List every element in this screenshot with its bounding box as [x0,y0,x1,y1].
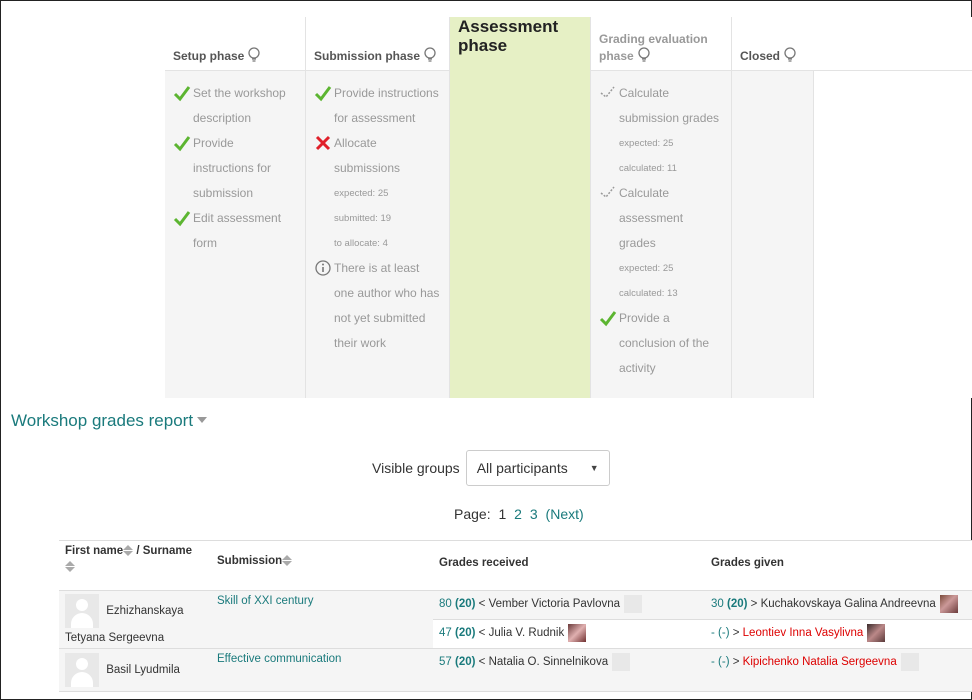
participant-cell: Basil Lyudmila [59,648,211,692]
grade-given: - (-) > Leontiev Inna Vasylivna [705,619,972,649]
phase-grading-evaluation: Grading evaluation phase Calculate submi… [591,17,732,398]
avatar[interactable] [65,653,99,687]
grade-received: 80 (20) < Vember Victoria Pavlovna [433,590,705,620]
task-edit-assessment-form[interactable]: Edit assessment form [173,206,297,256]
submission-link[interactable]: Skill of XXI century [217,595,314,607]
submission-link[interactable]: Effective communication [217,653,341,665]
todo-check-icon [600,186,615,199]
phase-assessment-header[interactable]: Assessment phase [450,17,590,71]
check-icon [314,86,332,102]
detail-calculated: calculated: 13 [619,288,678,299]
page-3-link[interactable]: 3 [530,506,538,522]
check-icon [599,311,617,327]
detail-to-allocate: to allocate: 4 [334,238,388,249]
phase-grading-header[interactable]: Grading evaluation phase [591,17,731,71]
task-assessment-instructions[interactable]: Provide instructions for assessment [314,81,441,131]
chevron-down-icon: ▼ [589,463,599,473]
page-2-link[interactable]: 2 [514,506,522,522]
lightbulb-icon[interactable] [247,47,261,63]
avatar [624,595,643,613]
lightbulb-icon[interactable] [783,47,797,63]
page-label: Page: [454,506,491,522]
task-provide-conclusion[interactable]: Provide a conclusion of the activity [599,306,723,381]
detail-submitted: submitted: 19 [334,213,392,224]
check-icon [173,86,191,102]
avatar [867,624,886,642]
todo-check-icon [600,86,615,99]
phase-assessment-title: Assessment phase [458,17,559,55]
submission-cell: Effective communication [211,648,433,692]
participant-cell: Ezhizhanskaya Tetyana Sergeevna [59,590,211,649]
phase-setup-title: Setup phase [173,49,245,63]
pagination: Page: 1 2 3 (Next) [454,506,584,522]
cross-icon [315,135,331,151]
info-icon [315,260,331,276]
visible-groups-control: Visible groups All participants ▼ [372,450,610,486]
participant-surname[interactable]: Ezhizhanskaya [106,605,183,617]
participant-name[interactable]: Basil Lyudmila [106,664,180,676]
participant-firstname[interactable]: Tetyana Sergeevna [65,632,205,644]
column-header-grades-given: Grades given [705,540,972,591]
visible-groups-value: All participants [476,460,568,476]
sort-icon[interactable] [282,555,293,566]
page-1-current: 1 [498,506,507,522]
grade-given: 30 (20) > Kuchakovskaya Galina Andreevna [705,590,972,620]
avatar [900,653,919,671]
detail-calculated: calculated: 11 [619,163,677,174]
phase-assessment: Assessment phase [450,17,591,398]
phase-grading-title: Grading evaluation phase [599,32,708,63]
check-icon [173,136,191,152]
task-calculate-submission-grades[interactable]: Calculate submission grades expected: 25… [599,81,723,181]
sort-surname-icon[interactable] [65,561,75,572]
collapse-caret-icon[interactable] [197,417,208,423]
detail-expected: expected: 25 [334,188,389,199]
avatar[interactable] [65,594,99,628]
detail-expected: expected: 25 [619,138,674,149]
sort-icon[interactable] [123,545,134,556]
phase-closed: Closed [732,17,972,398]
visible-groups-select[interactable]: All participants ▼ [465,450,610,486]
next-page-link[interactable]: (Next) [546,506,584,522]
task-unsubmitted-author-info: There is at least one author who has not… [314,256,441,356]
task-workshop-description[interactable]: Set the workshop description [173,81,297,131]
column-header-grades-received: Grades received [433,540,705,591]
check-icon [173,211,191,227]
column-header-submission: Submission [211,540,433,591]
phase-setup-header[interactable]: Setup phase [165,17,305,71]
phase-closed-title: Closed [740,49,781,63]
table-row: Ezhizhanskaya Tetyana Sergeevna Skill of… [59,590,972,649]
submission-cell: Skill of XXI century [211,590,433,649]
column-header-name: First name / Surname [59,540,211,591]
task-calculate-assessment-grades[interactable]: Calculate assessment grades expected: 25… [599,181,723,306]
phase-submission: Submission phase Provide instructions fo… [306,17,450,398]
grades-table: First name / Surname Submission Grades r… [59,540,972,692]
avatar [612,653,631,671]
task-submission-instructions[interactable]: Provide instructions for submission [173,131,297,206]
avatar [939,595,958,613]
sort-first-name-link[interactable]: First name [65,545,123,557]
avatar [568,624,587,642]
lightbulb-icon[interactable] [637,47,651,63]
grades-report-heading[interactable]: Workshop grades report [11,411,208,431]
table-row: Basil Lyudmila Effective communication 5… [59,648,972,692]
phase-setup: Setup phase Set the workshop description… [165,17,306,398]
grade-given: - (-) > Kipichenko Natalia Sergeevna [705,648,972,692]
grade-received: 47 (20) < Julia V. Rudnik [433,619,705,649]
workshop-phase-planner: Setup phase Set the workshop description… [165,17,972,398]
sort-submission-link[interactable]: Submission [217,555,282,567]
grade-received: 57 (20) < Natalia O. Sinnelnikova [433,648,705,692]
phase-submission-header[interactable]: Submission phase [306,17,449,71]
phase-submission-title: Submission phase [314,49,421,63]
visible-groups-label: Visible groups [372,460,460,476]
phase-closed-header[interactable]: Closed [732,17,972,71]
task-allocate-submissions[interactable]: Allocate submissions expected: 25 submit… [314,131,441,256]
detail-expected: expected: 25 [619,263,674,274]
lightbulb-icon[interactable] [423,47,437,63]
